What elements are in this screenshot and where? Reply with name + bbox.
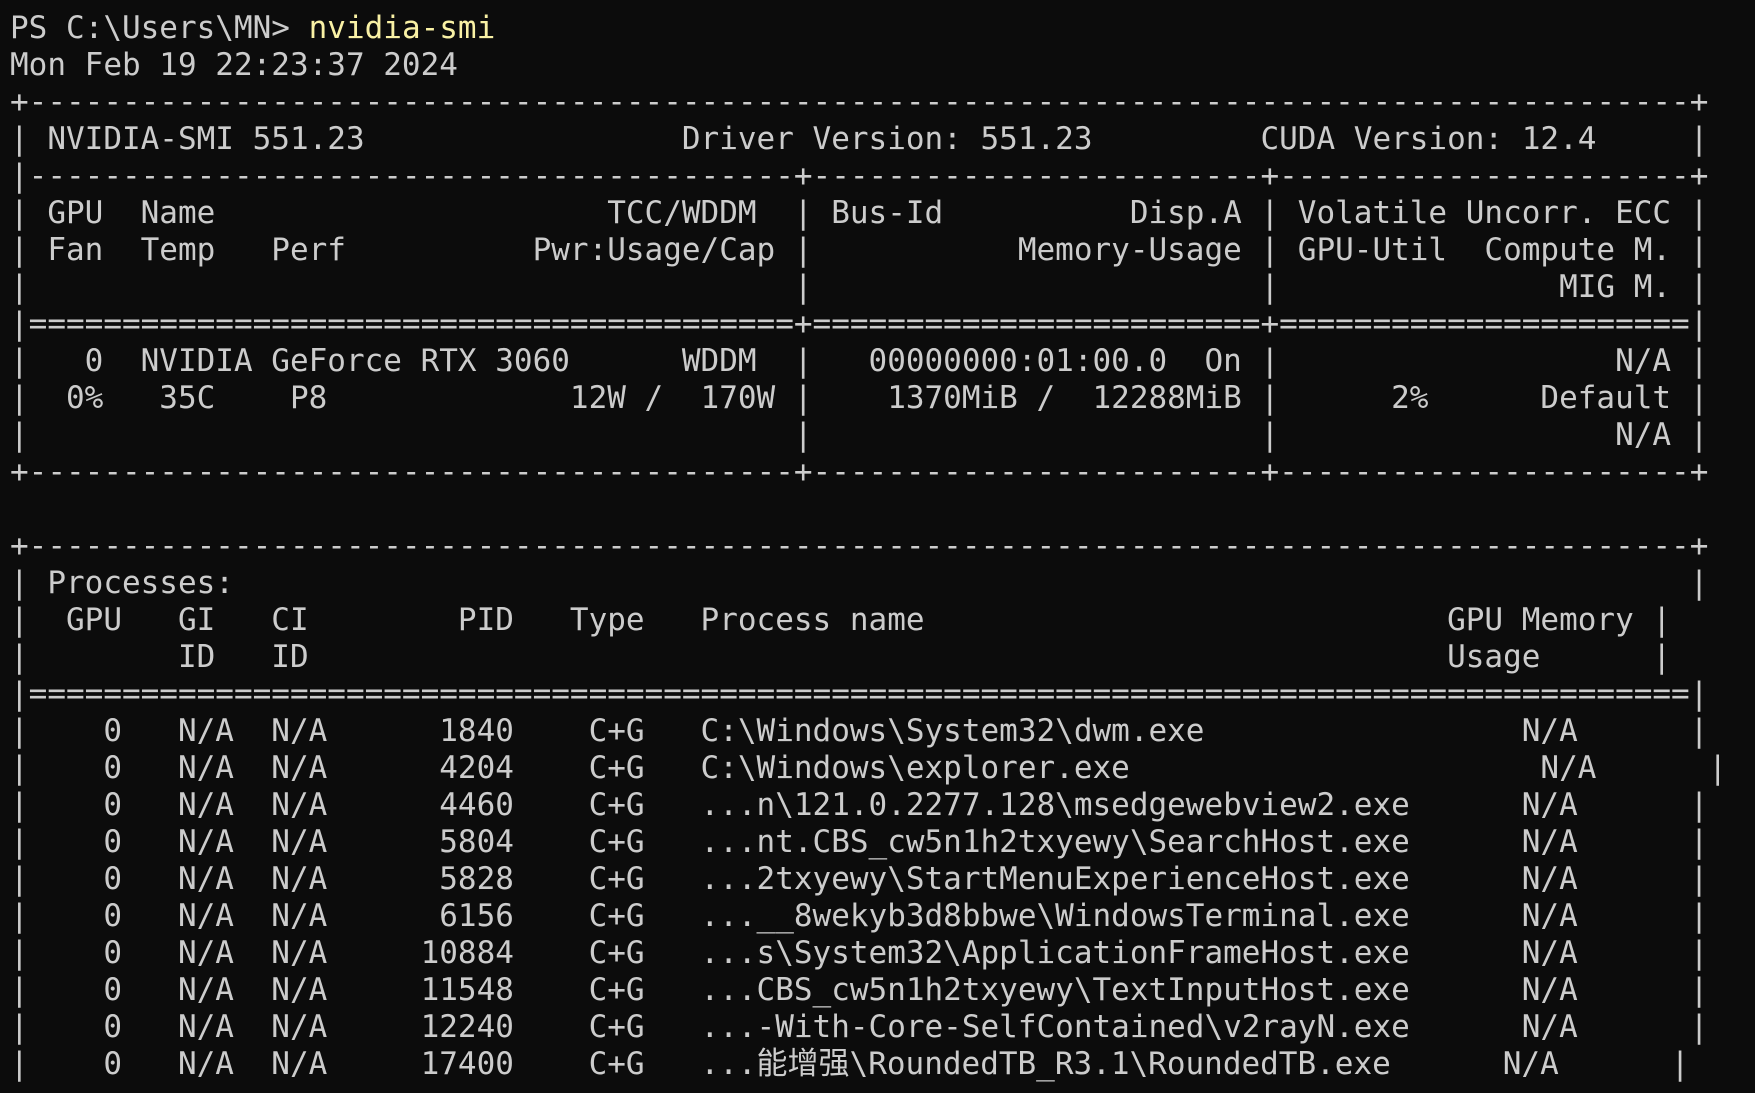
output-line: | Processes: | [10, 565, 1709, 601]
output-line: | | | MIG M. | [10, 269, 1709, 305]
output-line: | NVIDIA-SMI 551.23 Driver Version: 551.… [10, 121, 1709, 157]
output-line: |=======================================… [10, 676, 1709, 712]
output-line: | 0 N/A N/A 10884 C+G ...s\System32\Appl… [10, 935, 1709, 971]
output-line: | ID ID Usage | [10, 639, 1672, 675]
prompt-line: PS C:\Users\MN> nvidia-smi [10, 10, 1755, 47]
output-line: | 0 N/A N/A 1840 C+G C:\Windows\System32… [10, 713, 1709, 749]
output-line: | 0 N/A N/A 4460 C+G ...n\121.0.2277.128… [10, 787, 1709, 823]
command-text: nvidia-smi [308, 10, 496, 46]
output-line: | 0 N/A N/A 11548 C+G ...CBS_cw5n1h2txye… [10, 972, 1709, 1008]
prompt-text: PS C:\Users\MN> [10, 10, 309, 46]
output-line: | 0 N/A N/A 4204 C+G C:\Windows\explorer… [10, 750, 1728, 786]
output-line: | | | N/A | [10, 417, 1709, 453]
output-line: Mon Feb 19 22:23:37 2024 [10, 47, 458, 83]
output-line: | 0 N/A N/A 6156 C+G ...__8wekyb3d8bbwe\… [10, 898, 1709, 934]
output-line: |---------------------------------------… [10, 158, 1709, 194]
output-line: | 0 NVIDIA GeForce RTX 3060 WDDM | 00000… [10, 343, 1709, 379]
output-line: | GPU Name TCC/WDDM | Bus-Id Disp.A | Vo… [10, 195, 1709, 231]
output-line: | 0 N/A N/A 17400 C+G ...能增强\RoundedTB_R… [10, 1046, 1690, 1082]
output-line: +---------------------------------------… [10, 528, 1709, 564]
output-line: | 0% 35C P8 12W / 170W | 1370MiB / 12288… [10, 380, 1709, 416]
output-line: | 0 N/A N/A 12240 C+G ...-With-Core-Self… [10, 1009, 1709, 1045]
output-line: +---------------------------------------… [10, 454, 1709, 490]
output-line: +---------------------------------------… [10, 84, 1709, 120]
output-line: |=======================================… [10, 306, 1709, 342]
output-line: | 0 N/A N/A 5828 C+G ...2txyewy\StartMen… [10, 861, 1709, 897]
output-line: | Fan Temp Perf Pwr:Usage/Cap | Memory-U… [10, 232, 1709, 268]
terminal-window[interactable]: PS C:\Users\MN> nvidia-smi Mon Feb 19 22… [0, 0, 1755, 1093]
terminal-output: Mon Feb 19 22:23:37 2024 +---------------… [10, 47, 1755, 1083]
output-line: | GPU GI CI PID Type Process name GPU Me… [10, 602, 1672, 638]
output-line: | 0 N/A N/A 5804 C+G ...nt.CBS_cw5n1h2tx… [10, 824, 1709, 860]
